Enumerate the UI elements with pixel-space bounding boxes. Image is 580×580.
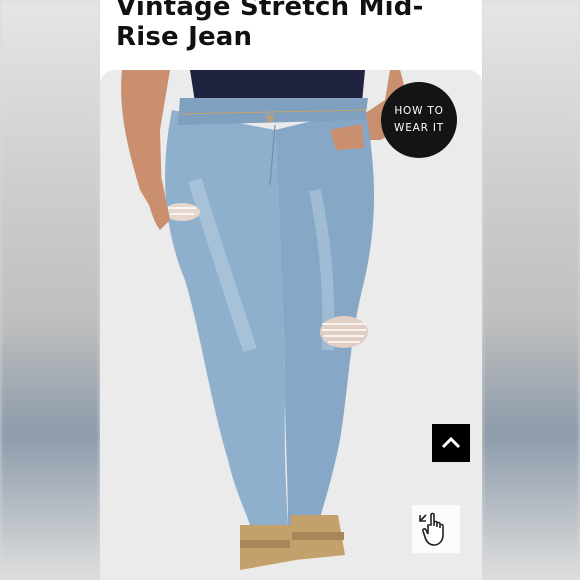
how-to-wear-line-2: WEAR IT — [394, 122, 444, 134]
scroll-to-top-button[interactable] — [432, 424, 470, 462]
pinch-zoom-hand-icon — [419, 512, 444, 546]
product-page: Vintage Stretch Mid- Rise Jean HOW TO WE… — [100, 0, 482, 580]
how-to-wear-button[interactable]: HOW TO WEAR IT — [381, 82, 457, 158]
product-title: Vintage Stretch Mid- Rise Jean — [116, 0, 476, 52]
blurred-backdrop-right — [482, 0, 580, 580]
product-title-line-2: Rise Jean — [116, 22, 253, 52]
how-to-wear-line-1: HOW TO — [394, 105, 444, 117]
product-title-line-1: Vintage Stretch Mid- — [116, 0, 424, 22]
chevron-up-icon — [441, 437, 461, 449]
blurred-backdrop-left — [0, 0, 100, 580]
zoom-button[interactable] — [412, 505, 460, 553]
